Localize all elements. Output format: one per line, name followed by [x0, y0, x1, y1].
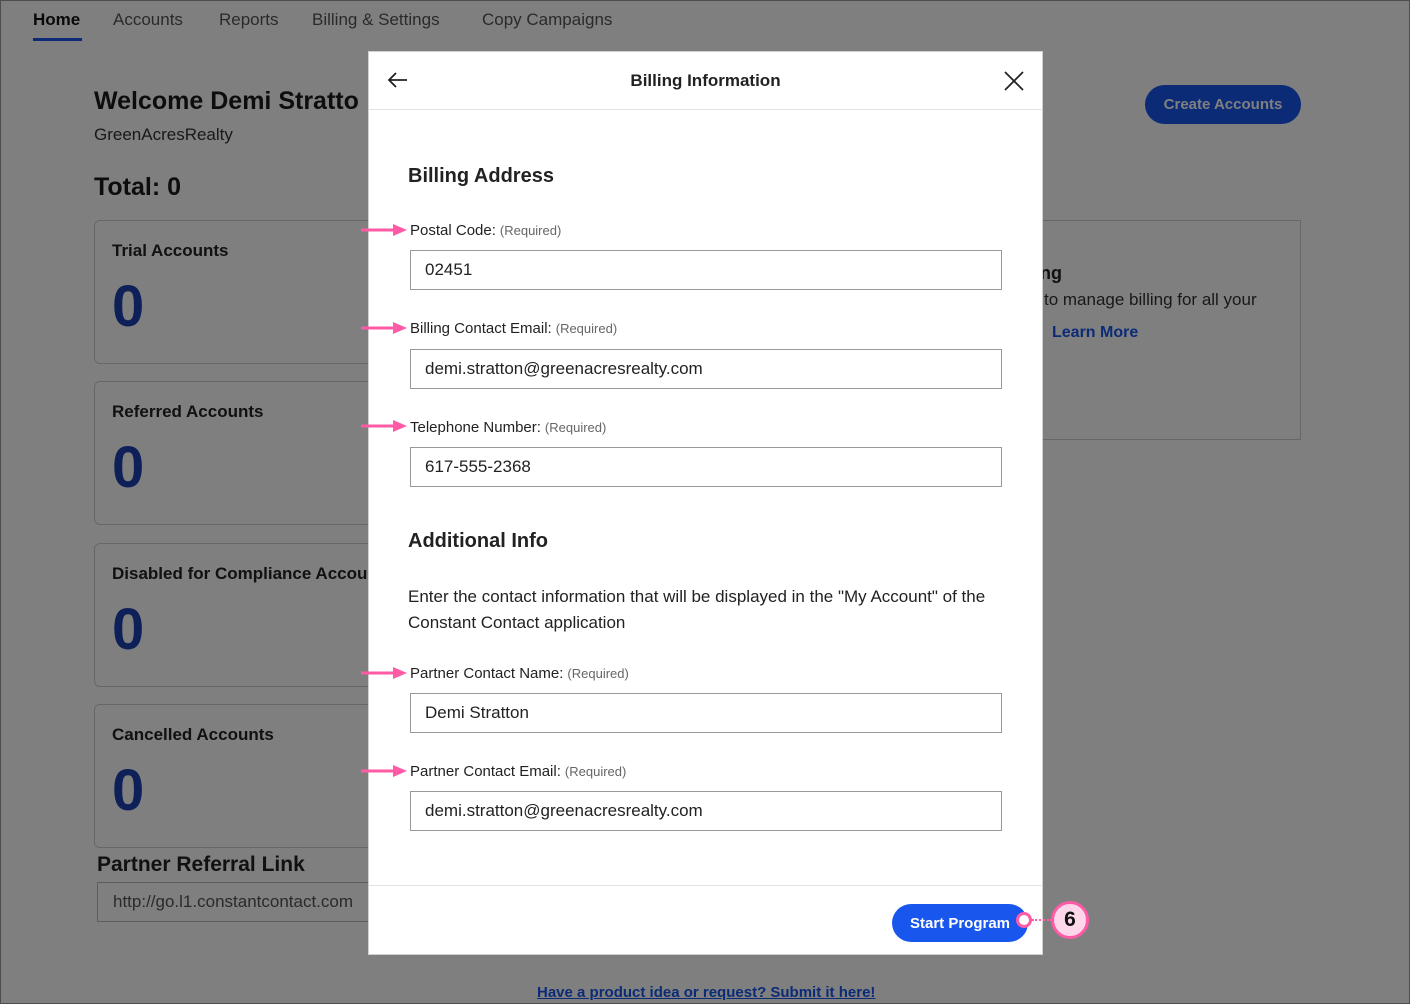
billing-email-input[interactable] — [410, 349, 1002, 389]
billing-address-heading: Billing Address — [408, 165, 554, 187]
billing-information-modal: Billing Information Billing Address Post… — [368, 51, 1043, 955]
step-number-badge: 6 — [1051, 901, 1089, 939]
required-tag: (Required) — [567, 666, 629, 681]
modal-header: Billing Information — [369, 52, 1042, 110]
callout-connector — [1032, 919, 1052, 921]
annotation-arrow-icon — [361, 322, 407, 334]
required-tag: (Required) — [564, 764, 627, 779]
start-program-button[interactable]: Start Program — [892, 904, 1028, 942]
annotation-arrow-icon — [361, 765, 407, 777]
additional-info-description: Enter the contact information that will … — [408, 587, 986, 632]
annotation-arrow-icon — [361, 667, 407, 679]
close-icon[interactable] — [1003, 70, 1025, 92]
required-tag: (Required) — [555, 321, 618, 336]
partner-name-input[interactable] — [410, 693, 1002, 733]
telephone-input[interactable] — [410, 447, 1002, 487]
billing-email-label: Billing Contact Email: (Required) — [410, 320, 618, 337]
annotation-arrow-icon — [361, 224, 407, 236]
modal-title: Billing Information — [630, 71, 781, 90]
additional-info-heading: Additional Info — [408, 530, 548, 552]
annotation-arrow-icon — [361, 420, 407, 432]
partner-email-label: Partner Contact Email: (Required) — [410, 763, 627, 780]
telephone-label: Telephone Number: (Required) — [410, 419, 607, 436]
postal-code-input[interactable] — [410, 250, 1002, 290]
modal-footer: Start Program — [369, 885, 1042, 955]
required-tag: (Required) — [499, 223, 562, 238]
callout-anchor-dot — [1016, 912, 1032, 928]
partner-email-input[interactable] — [410, 791, 1002, 831]
partner-name-label: Partner Contact Name: (Required) — [410, 665, 629, 682]
required-tag: (Required) — [544, 420, 607, 435]
postal-code-label: Postal Code: (Required) — [410, 222, 562, 239]
